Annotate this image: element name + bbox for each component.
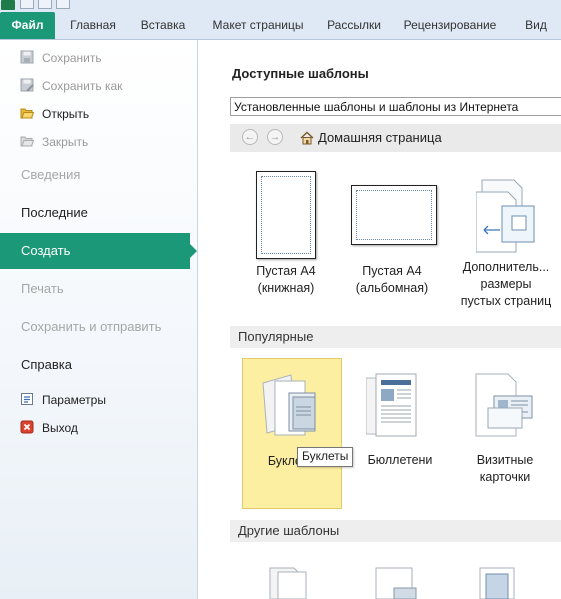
booklets-icon <box>262 374 316 436</box>
template-source-select[interactable]: Установленные шаблоны и шаблоны из Интер… <box>230 97 561 116</box>
nav-new[interactable]: Создать <box>0 233 197 269</box>
title-bar <box>0 0 561 12</box>
template-other-2[interactable] <box>350 552 450 599</box>
nav-close[interactable]: Закрыть <box>20 132 88 152</box>
home-icon[interactable] <box>300 131 314 145</box>
tooltip: Буклеты <box>297 447 354 467</box>
exit-icon <box>20 420 34 434</box>
template-blank-a4-portrait[interactable]: Пустая А4 (книжная) <box>242 165 330 300</box>
template-label: Дополнитель... размеры пустых страниц <box>460 260 552 308</box>
ribbon-tab-bar: Файл Главная Вставка Макет страницы Расс… <box>0 12 561 40</box>
template-business-cards[interactable]: Визитные карточки <box>450 358 560 509</box>
landscape-page-thumbnail <box>351 185 437 245</box>
tab-review[interactable]: Рецензирование <box>394 12 506 39</box>
quick-access-save-icon[interactable] <box>20 0 34 9</box>
nav-print[interactable]: Печать <box>0 271 197 307</box>
nav-exit-label: Выход <box>42 421 78 435</box>
save-icon <box>20 50 34 64</box>
options-icon <box>20 392 34 406</box>
nav-save[interactable]: Сохранить <box>20 48 102 68</box>
tab-view[interactable]: Вид <box>514 12 558 39</box>
home-breadcrumb[interactable]: Домашняя страница <box>318 124 442 152</box>
nav-exit[interactable]: Выход <box>20 418 78 438</box>
templates-nav-bar: ← → Домашняя страница <box>230 124 561 152</box>
backstage-nav: Сохранить Сохранить как Открыть Закрыть … <box>0 40 198 599</box>
template-booklets[interactable]: Буклеты <box>242 358 342 509</box>
nav-options[interactable]: Параметры <box>20 390 106 410</box>
page-title: Доступные шаблоны <box>232 66 369 81</box>
template-additional-blank-sizes[interactable]: Дополнитель... размеры пустых страниц <box>450 165 561 315</box>
document-template-icon <box>269 567 307 599</box>
close-folder-icon <box>20 134 35 148</box>
save-as-icon <box>20 78 34 92</box>
nav-save-send[interactable]: Сохранить и отправить <box>0 309 197 345</box>
template-newsletters[interactable]: Бюллетени <box>350 358 450 509</box>
other-templates-group-header: Другие шаблоны <box>230 520 561 542</box>
tab-insert[interactable]: Вставка <box>130 12 196 39</box>
tab-page-layout[interactable]: Макет страницы <box>198 12 318 39</box>
portrait-page-thumbnail <box>256 171 316 259</box>
nav-save-label: Сохранить <box>42 51 102 65</box>
nav-help[interactable]: Справка <box>0 347 197 383</box>
template-other-1[interactable] <box>242 552 342 599</box>
app-icon <box>1 0 15 10</box>
template-other-3[interactable] <box>450 552 560 599</box>
business-cards-icon <box>475 373 533 437</box>
newsletters-icon <box>366 373 417 437</box>
nav-recent[interactable]: Последние <box>0 195 197 231</box>
quick-access-undo-icon[interactable] <box>38 0 52 9</box>
open-folder-icon <box>20 106 35 120</box>
page-sizes-icon <box>476 179 535 253</box>
template-label: Пустая А4 (книжная) <box>256 264 316 295</box>
tab-mailings[interactable]: Рассылки <box>318 12 390 39</box>
nav-open-label: Открыть <box>42 107 90 121</box>
popular-group-header: Популярные <box>230 326 561 348</box>
nav-close-label: Закрыть <box>42 135 89 149</box>
nav-options-label: Параметры <box>42 393 106 407</box>
template-label: Пустая А4 (альбомная) <box>355 264 429 295</box>
nav-info[interactable]: Сведения <box>0 157 197 193</box>
forward-arrow-icon[interactable]: → <box>267 129 283 145</box>
nav-save-as-label: Сохранить как <box>42 79 123 93</box>
tab-home[interactable]: Главная <box>60 12 126 39</box>
tab-file[interactable]: Файл <box>0 12 55 39</box>
back-arrow-icon[interactable]: ← <box>242 129 258 145</box>
templates-pane: Доступные шаблоны Установленные шаблоны … <box>198 40 561 599</box>
document-template-icon <box>375 567 417 599</box>
nav-open[interactable]: Открыть <box>20 104 89 124</box>
document-template-icon <box>479 567 515 599</box>
template-blank-a4-landscape[interactable]: Пустая А4 (альбомная) <box>340 165 444 300</box>
quick-access-redo-icon[interactable] <box>56 0 70 9</box>
template-label: Бюллетени <box>367 453 433 467</box>
nav-save-as[interactable]: Сохранить как <box>20 76 122 96</box>
template-label: Визитные карточки <box>476 453 534 484</box>
